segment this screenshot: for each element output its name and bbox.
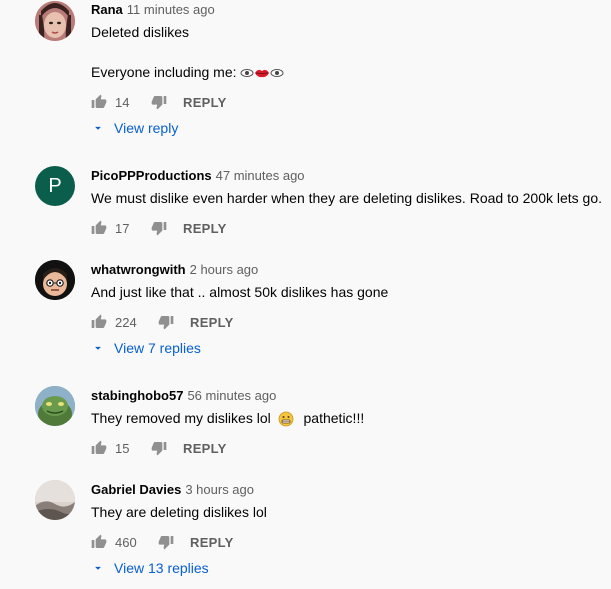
comment-text: Everyone including me: bbox=[91, 62, 284, 82]
chevron-down-icon bbox=[95, 126, 101, 130]
thumbs-up-icon[interactable] bbox=[91, 94, 107, 110]
comment-time[interactable]: 2 hours ago bbox=[190, 262, 259, 277]
comment-text: They removed my dislikes lol pathetic!!! bbox=[91, 408, 364, 428]
view-replies-button[interactable]: View 7 replies bbox=[91, 340, 201, 356]
eye-emoji-icon bbox=[270, 69, 284, 78]
user-photo-avatar-icon bbox=[35, 1, 75, 41]
view-replies-button[interactable]: View reply bbox=[91, 120, 178, 136]
comment-time[interactable]: 3 hours ago bbox=[185, 482, 254, 497]
comment-text-line: Deleted dislikes bbox=[91, 24, 190, 40]
comment-text: We must dislike even harder when they ar… bbox=[91, 190, 603, 206]
landscape-photo-avatar-icon bbox=[35, 480, 75, 520]
comment-text-line: pathetic!!! bbox=[303, 410, 365, 426]
reply-button[interactable]: REPLY bbox=[190, 315, 234, 330]
comment-actions: 224 REPLY bbox=[91, 312, 234, 332]
thumbs-up-icon[interactable] bbox=[91, 220, 107, 236]
eye-emoji-icon bbox=[240, 69, 254, 78]
author-line: whatwrongwith 2 hours ago bbox=[91, 262, 258, 278]
chevron-down-icon bbox=[95, 346, 101, 350]
comment-text-line: Everyone including me: bbox=[91, 64, 237, 80]
author-line: stabinghobo57 56 minutes ago bbox=[91, 388, 276, 404]
comment-actions: 460 REPLY bbox=[91, 532, 234, 552]
author-name[interactable]: Gabriel Davies bbox=[91, 482, 181, 497]
reply-button[interactable]: REPLY bbox=[190, 535, 234, 550]
reply-button[interactable]: REPLY bbox=[183, 95, 227, 110]
comment-text-line: They removed my dislikes lol bbox=[91, 410, 271, 426]
author-name[interactable]: PicoPPProductions bbox=[91, 168, 212, 183]
comment-actions: 15 REPLY bbox=[91, 438, 227, 458]
lips-emoji-icon bbox=[255, 70, 270, 78]
view-replies-button[interactable]: View 13 replies bbox=[91, 560, 209, 576]
thumbs-down-icon[interactable] bbox=[151, 220, 167, 236]
green-creature-avatar-icon bbox=[35, 386, 75, 426]
view-replies-label: View 13 replies bbox=[114, 560, 209, 576]
comment-actions: 17 REPLY bbox=[91, 218, 227, 238]
like-count: 17 bbox=[115, 220, 130, 236]
avatar[interactable]: P bbox=[35, 166, 75, 206]
thumbs-down-icon[interactable] bbox=[151, 440, 167, 456]
reply-button[interactable]: REPLY bbox=[183, 441, 227, 456]
thumbs-up-icon[interactable] bbox=[91, 314, 107, 330]
author-name[interactable]: stabinghobo57 bbox=[91, 388, 183, 403]
avatar[interactable] bbox=[35, 386, 75, 426]
reply-button[interactable]: REPLY bbox=[183, 221, 227, 236]
avatar[interactable] bbox=[35, 480, 75, 520]
avatar[interactable] bbox=[35, 1, 75, 41]
author-name[interactable]: Rana bbox=[91, 2, 123, 17]
view-replies-label: View reply bbox=[114, 120, 179, 136]
comment-actions: 14 REPLY bbox=[91, 92, 227, 112]
comment-text: And just like that .. almost 50k dislike… bbox=[91, 284, 389, 300]
like-count: 460 bbox=[115, 534, 137, 550]
like-count: 14 bbox=[115, 94, 130, 110]
avatar-letter: P bbox=[48, 174, 62, 197]
author-line: Rana 11 minutes ago bbox=[91, 2, 215, 18]
thumbs-down-icon[interactable] bbox=[151, 94, 167, 110]
view-replies-label: View 7 replies bbox=[114, 340, 201, 356]
cartoon-face-avatar-icon bbox=[35, 260, 75, 300]
author-line: PicoPPProductions 47 minutes ago bbox=[91, 168, 305, 184]
comment-text: They are deleting dislikes lol bbox=[91, 504, 267, 520]
thumbs-up-icon[interactable] bbox=[91, 440, 107, 456]
author-line: Gabriel Davies 3 hours ago bbox=[91, 482, 254, 498]
grimacing-face-emoji-icon bbox=[278, 411, 294, 427]
thumbs-up-icon[interactable] bbox=[91, 534, 107, 550]
chevron-down-icon bbox=[95, 566, 101, 570]
comment-text: Deleted dislikes bbox=[91, 22, 189, 42]
thumbs-down-icon[interactable] bbox=[158, 534, 174, 550]
comment-time[interactable]: 11 minutes ago bbox=[127, 2, 215, 17]
thumbs-down-icon[interactable] bbox=[158, 314, 174, 330]
comment-time[interactable]: 56 minutes ago bbox=[187, 388, 276, 403]
like-count: 224 bbox=[115, 314, 137, 330]
comment-time[interactable]: 47 minutes ago bbox=[216, 168, 305, 183]
author-name[interactable]: whatwrongwith bbox=[91, 262, 186, 277]
like-count: 15 bbox=[115, 440, 130, 456]
avatar[interactable] bbox=[35, 260, 75, 300]
